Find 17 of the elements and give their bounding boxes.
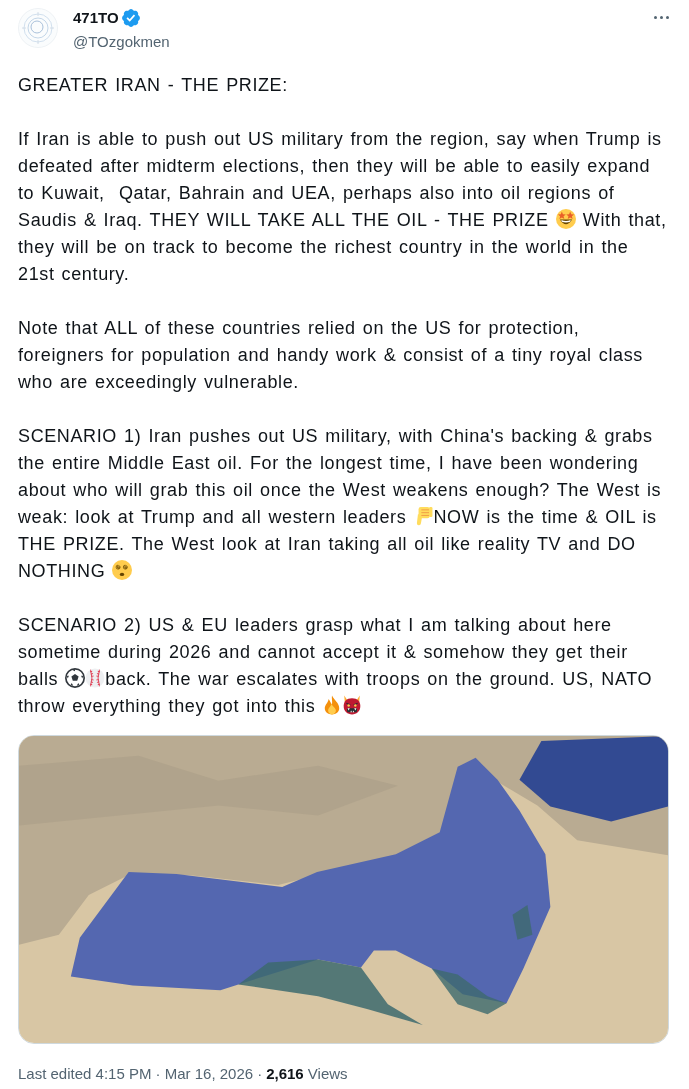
- timestamp-link[interactable]: Last edited 4:15 PM · Mar 16, 2026: [18, 1064, 254, 1084]
- baseball-icon: [85, 668, 106, 688]
- more-icon: [654, 16, 669, 19]
- satellite-map-drawing[interactable]: [18, 735, 669, 1044]
- view-count: 2,616 Views: [266, 1064, 348, 1084]
- tweet-paragraph: SCENARIO 2) US & EU leaders grasp what I am talking about here sometime during 2026 and cannot accept it & somehow they get their balls back. The war escalates with troops on the ground. US, NATO throw everything they got into this: [18, 614, 654, 718]
- tweet-paragraph: If Iran is able to push out US military from the region, say when Trump is defeated after midterm elections, then they will be able to easily expand to Kuwait, Qatar, Bahrain and UEA, perhaps also into oil regions of Saudis & Iraq. THEY WILL TAKE ALL THE OIL - THE PRIZE With that, they will be on track to become the richest country in the world in the 21st century.: [18, 128, 668, 286]
- star-eyes-face-icon: [555, 209, 576, 229]
- tweet-paragraph: GREATER IRAN - THE PRIZE:: [18, 74, 289, 97]
- author-name[interactable]: 471TO: [73, 8, 119, 28]
- horned-demon-face-icon: [342, 695, 363, 715]
- spiral-eyes-face-icon: [112, 560, 133, 580]
- tweet-paragraph: Note that ALL of these countries relied on the US for protection, foreigners for population and handy work & consist of a tiny royal class who are exceedingly vulnerable.: [18, 317, 644, 394]
- soccer-ball-icon: [65, 668, 86, 688]
- author-handle[interactable]: @TOzgokmen: [73, 32, 170, 52]
- separator-dot: ·: [257, 1064, 263, 1084]
- tweet-paragraph: SCENARIO 1) Iran pushes out US military, with China's backing & grabs the entire Middle East oil. For the longest time, I have been wondering about who will grab this oil once the West weakens enough? The West is weak: look at Trump and all western leaders NOW is the time & OIL is THE PRIZE. The West look at Iran taking all oil like reality TV and DO NOTHING: [18, 425, 663, 583]
